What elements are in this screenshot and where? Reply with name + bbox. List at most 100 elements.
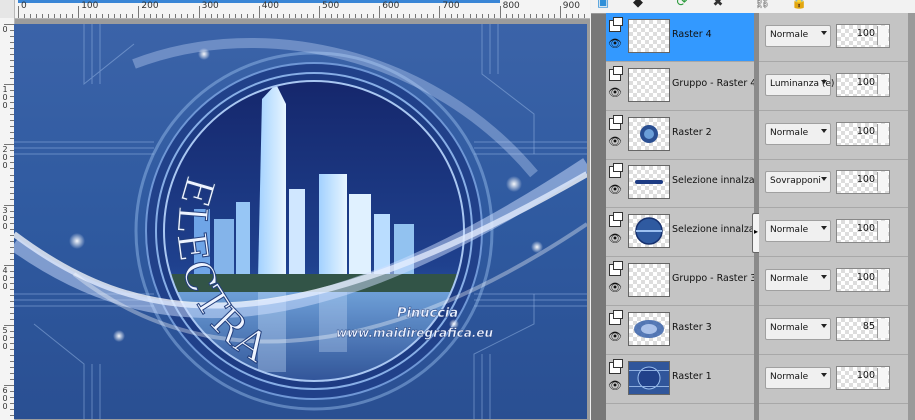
expand-arrow-icon[interactable]: ▸ <box>754 227 758 236</box>
ruler-corner <box>0 0 15 18</box>
opacity-value: 100 <box>856 28 875 39</box>
ruler-minor-tick <box>312 14 314 18</box>
opacity-field[interactable]: 100 <box>836 170 890 195</box>
ruler-minor-tick <box>168 14 170 18</box>
layer-link-icon[interactable] <box>609 163 623 179</box>
visibility-eye-icon[interactable]: 👁 <box>608 233 622 244</box>
layer-link-icon[interactable] <box>609 65 623 81</box>
ruler-major-tick <box>198 6 200 18</box>
ruler-minor-tick <box>252 14 254 18</box>
layer-link-icon[interactable] <box>609 309 623 325</box>
ruler-minor-tick <box>331 14 333 18</box>
ruler-minor-tick <box>150 14 152 18</box>
layer-link-icon[interactable] <box>609 261 623 276</box>
layer-row[interactable]: 👁 Selezione innalzata <box>606 208 764 258</box>
blend-mode-dropdown[interactable]: Normale <box>765 269 831 291</box>
visibility-eye-icon[interactable]: 👁 <box>608 38 622 49</box>
opacity-spinner[interactable] <box>877 221 888 241</box>
visibility-eye-icon[interactable]: 👁 <box>608 184 622 195</box>
ruler-minor-tick <box>66 14 68 18</box>
green-refresh-icon[interactable]: ⟳ <box>675 0 689 10</box>
ruler-minor-tick <box>361 14 363 18</box>
opacity-field[interactable]: 100 <box>836 268 890 292</box>
ruler-minor-tick <box>421 14 423 18</box>
opacity-spinner[interactable] <box>877 26 888 45</box>
ruler-minor-tick <box>517 14 519 18</box>
layer-link-icon[interactable] <box>609 17 623 32</box>
layer-name: Raster 2 <box>672 126 712 138</box>
layer-properties-row: Normale 100 <box>759 355 908 404</box>
layer-row[interactable]: 👁 Raster 3 <box>606 306 754 355</box>
diamond-icon[interactable]: ◆ <box>631 0 645 10</box>
ruler-minor-tick <box>487 14 489 18</box>
ruler-label: 200 <box>141 1 159 11</box>
opacity-field[interactable]: 100 <box>836 219 890 244</box>
chevron-down-icon <box>821 372 827 377</box>
ruler-minor-tick <box>571 14 573 18</box>
layer-properties-row: Normale 100 <box>759 111 908 160</box>
layer-row[interactable]: 👁 Raster 1 <box>606 355 754 404</box>
ruler-minor-tick <box>48 14 50 18</box>
layer-thumbnail <box>628 214 670 249</box>
blend-mode-dropdown[interactable]: Luminanza (e) <box>765 73 834 96</box>
opacity-field[interactable]: 100 <box>836 72 890 97</box>
blend-mode-dropdown[interactable]: Normale <box>765 25 831 47</box>
opacity-value: 100 <box>856 76 875 88</box>
ruler-minor-tick <box>204 14 206 18</box>
opacity-spinner[interactable] <box>877 74 888 94</box>
layer-row[interactable]: 👁 Gruppo - Raster 4 <box>606 62 756 111</box>
layer-link-icon[interactable] <box>609 114 623 130</box>
visibility-eye-icon[interactable]: 👁 <box>608 282 622 293</box>
visibility-eye-icon[interactable]: 👁 <box>608 136 622 147</box>
visibility-eye-icon[interactable]: 👁 <box>608 380 622 391</box>
blend-mode-dropdown[interactable]: Normale <box>765 220 831 243</box>
ruler-minor-tick <box>475 14 477 18</box>
blend-mode-dropdown[interactable]: Sovrapponi <box>765 171 831 194</box>
ruler-label: 500 <box>322 1 340 11</box>
layer-row[interactable]: 👁 Raster 4 <box>606 13 754 62</box>
blend-mode-dropdown[interactable]: Normale <box>765 122 831 145</box>
opacity-field[interactable]: 85 <box>836 316 890 341</box>
horizontal-ruler: 0 100 200 300 400 500 600 700 800 900 <box>0 0 590 19</box>
ruler-minor-tick <box>180 14 182 18</box>
opacity-value: 100 <box>856 125 875 137</box>
layer-properties: Normale 100 Luminanza (e) 100 Normale 100 Sovr… <box>759 13 908 420</box>
lock-icon[interactable]: 🔒 <box>791 0 807 10</box>
delete-layer-icon[interactable]: ✖ <box>711 0 725 10</box>
visibility-eye-icon[interactable]: 👁 <box>608 87 622 98</box>
opacity-field[interactable]: 100 <box>836 121 890 146</box>
canvas-area[interactable]: 0 100 200 300 400 500 600 700 800 900 0 100 200 300 4… <box>0 0 590 420</box>
opacity-field[interactable]: 100 <box>836 24 890 48</box>
blend-mode-dropdown[interactable]: Normale <box>765 317 831 340</box>
link-icon[interactable]: ⛓ <box>754 0 771 10</box>
ruler-minor-tick <box>433 14 435 18</box>
visibility-eye-icon[interactable]: 👁 <box>608 331 622 342</box>
ruler-minor-tick <box>553 14 555 18</box>
ruler-minor-tick <box>246 14 248 18</box>
ruler-minor-tick <box>565 14 567 18</box>
canvas-image[interactable]: ELECTRA Pinuccia www.maidiregrafica.eu <box>14 24 587 419</box>
ruler-minor-tick <box>481 14 483 18</box>
opacity-spinner[interactable] <box>877 367 888 387</box>
ruler-minor-tick <box>535 14 537 18</box>
layer-link-icon[interactable] <box>609 358 623 374</box>
layer-palette-icon[interactable]: ▣ <box>596 0 610 10</box>
ruler-major-tick <box>138 6 140 18</box>
layer-properties-row: Normale 100 <box>759 13 908 62</box>
blend-mode-value: Normale <box>770 322 809 333</box>
ruler-label: 600 <box>382 1 400 11</box>
layer-row[interactable]: 👁 Raster 2 <box>606 111 754 160</box>
layer-row[interactable]: 👁 Gruppo - Raster 3 <box>606 257 756 306</box>
ruler-label: 300 <box>201 1 219 11</box>
ruler-minor-tick <box>300 14 302 18</box>
ruler-major-tick <box>258 6 260 18</box>
layers-scrollbar[interactable] <box>908 13 915 420</box>
opacity-spinner[interactable] <box>877 270 888 289</box>
layer-link-icon[interactable] <box>609 212 623 228</box>
opacity-spinner[interactable] <box>877 172 888 192</box>
blend-mode-dropdown[interactable]: Normale <box>765 366 831 389</box>
opacity-field[interactable]: 100 <box>836 365 890 390</box>
opacity-spinner[interactable] <box>877 123 888 143</box>
layer-row[interactable]: 👁 Selezione innalzata 1 <box>606 159 773 209</box>
opacity-spinner[interactable] <box>877 318 888 338</box>
